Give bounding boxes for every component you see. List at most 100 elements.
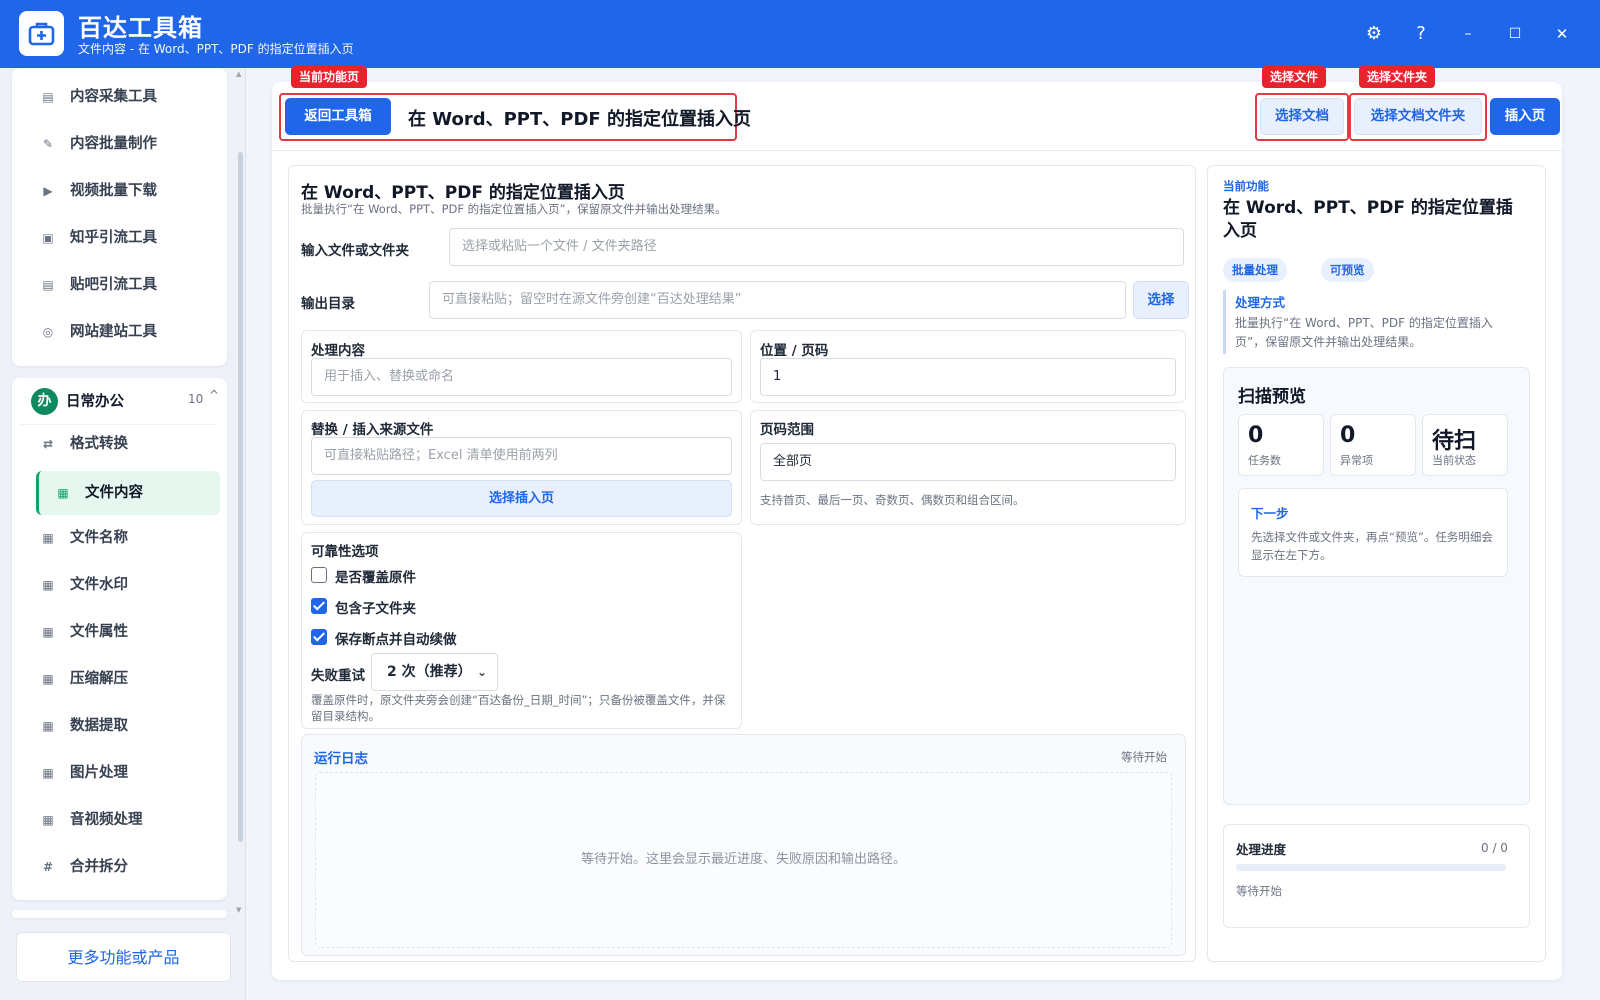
collapse-caret-icon[interactable]: ^ xyxy=(209,388,219,402)
content-input[interactable]: 用于插入、替换或命名 xyxy=(311,358,732,396)
select-folder-tag: 选择文件夹 xyxy=(1359,66,1436,88)
sidebar-item-compress[interactable]: ▦ 压缩解压 xyxy=(24,659,212,699)
progress-count: 0 / 0 xyxy=(1481,841,1508,855)
sidebar-scrollbar[interactable] xyxy=(238,152,243,842)
hash-icon: # xyxy=(42,860,54,874)
select-file-tag: 选择文件 xyxy=(1262,66,1327,88)
input-path-field[interactable]: 选择或粘贴一个文件 / 文件夹路径 xyxy=(449,228,1184,266)
range-hint: 支持首页、最后一页、奇数页、偶数页和组合区间。 xyxy=(760,493,1025,507)
overwrite-label: 是否覆盖原件 xyxy=(335,570,416,586)
sidebar: ▤ 内容采集工具 ✎ 内容批量制作 ▶ 视频批量下载 ▣ 知乎引流工具 ▤ 贴吧引流工具 … xyxy=(0,68,246,1000)
web-icon: ◎ xyxy=(42,325,54,339)
group-title: 日常办公 xyxy=(66,394,124,410)
log-title: 运行日志 xyxy=(314,751,368,767)
help-icon[interactable]: ? xyxy=(1405,18,1437,50)
toolbox-logo-icon xyxy=(19,11,64,56)
sidebar-item-file-attributes[interactable]: ▦ 文件属性 xyxy=(24,612,212,652)
sidebar-item-file-content[interactable]: ▦ 文件内容 xyxy=(36,471,220,515)
output-label: 输出目录 xyxy=(301,296,355,312)
back-to-toolbox-button[interactable]: 返回工具箱 xyxy=(285,98,391,135)
position-input[interactable]: 1 xyxy=(760,358,1176,396)
maximize-icon[interactable]: ☐ xyxy=(1499,18,1531,50)
app-title: 百达工具箱 xyxy=(78,14,203,42)
sidebar-item-batch-create[interactable]: ✎ 内容批量制作 xyxy=(24,124,212,164)
source-input[interactable]: 可直接粘贴路径；Excel 清单使用前两列 xyxy=(311,437,732,475)
form-description: 批量执行“在 Word、PPT、PDF 的指定位置插入页”，保留原文件并输出处理… xyxy=(301,202,727,216)
sidebar-item-tieba[interactable]: ▤ 贴吧引流工具 xyxy=(24,265,212,305)
stat-error-count: 0 异常项 xyxy=(1330,414,1416,476)
scroll-down-icon[interactable]: ▼ xyxy=(236,906,241,914)
output-select-button[interactable]: 选择 xyxy=(1133,281,1189,319)
form-title: 在 Word、PPT、PDF 的指定位置插入页 xyxy=(301,183,625,203)
log-status: 等待开始 xyxy=(1121,750,1167,764)
sidebar-item-video-download[interactable]: ▶ 视频批量下载 xyxy=(24,171,212,211)
select-insert-page-button[interactable]: 选择插入页 xyxy=(311,480,732,517)
input-label: 输入文件或文件夹 xyxy=(301,243,409,259)
batch-pill: 批量处理 xyxy=(1223,258,1287,282)
minimize-icon[interactable]: – xyxy=(1452,18,1484,50)
method-accent-bar xyxy=(1223,290,1226,354)
sidebar-item-audio-video[interactable]: ▦ 音视频处理 xyxy=(24,800,212,840)
resume-checkbox[interactable] xyxy=(311,629,327,645)
sidebar-item-image[interactable]: ▦ 图片处理 xyxy=(24,753,212,793)
current-feature-title: 在 Word、PPT、PDF 的指定位置插入页 xyxy=(1223,198,1513,241)
grid-icon: ▦ xyxy=(42,719,54,733)
sidebar-item-website[interactable]: ◎ 网站建站工具 xyxy=(24,312,212,352)
divider xyxy=(272,150,1562,151)
scroll-up-icon[interactable]: ▲ xyxy=(236,70,241,78)
pencil-icon: ✎ xyxy=(42,137,54,151)
preview-pill: 可预览 xyxy=(1321,258,1374,282)
overwrite-checkbox[interactable] xyxy=(311,567,327,583)
grid-icon: ▦ xyxy=(42,578,54,592)
grid-icon: ▦ xyxy=(42,672,54,686)
method-text: 批量执行“在 Word、PPT、PDF 的指定位置插入页”，保留原文件并输出处理… xyxy=(1235,316,1493,349)
next-step-text: 先选择文件或文件夹，再点“预览”。任务明细会显示在左下方。 xyxy=(1251,530,1493,562)
sidebar-item-format-convert[interactable]: ⇄ 格式转换 xyxy=(24,424,212,464)
swap-icon: ⇄ xyxy=(42,437,54,451)
page-title: 在 Word、PPT、PDF 的指定位置插入页 xyxy=(408,109,751,130)
sidebar-item-file-name[interactable]: ▦ 文件名称 xyxy=(24,518,212,558)
grid-icon: ▦ xyxy=(57,486,69,500)
sidebar-item-data-extract[interactable]: ▦ 数据提取 xyxy=(24,706,212,746)
page-range-select[interactable]: 全部页 xyxy=(760,443,1176,481)
stat-current-status: 待扫 当前状态 xyxy=(1422,414,1508,476)
current-page-tag: 当前功能页 xyxy=(291,66,368,88)
subfolders-label: 包含子文件夹 xyxy=(335,601,416,617)
close-icon[interactable]: ✕ xyxy=(1546,18,1578,50)
select-document-button[interactable]: 选择文档 xyxy=(1260,98,1344,135)
progress-status: 等待开始 xyxy=(1236,884,1282,898)
next-step-title: 下一步 xyxy=(1251,506,1289,521)
select-document-folder-button[interactable]: 选择文档文件夹 xyxy=(1354,98,1482,135)
sidebar-item-content-collection[interactable]: ▤ 内容采集工具 xyxy=(24,77,212,117)
progress-title: 处理进度 xyxy=(1236,842,1287,857)
tieba-icon: ▤ xyxy=(42,278,54,292)
zhihu-icon: ▣ xyxy=(42,231,54,245)
method-title: 处理方式 xyxy=(1235,295,1286,310)
main-panel: 当前功能页 返回工具箱 在 Word、PPT、PDF 的指定位置插入页 选择文件… xyxy=(272,66,1562,980)
retry-label: 失败重试 xyxy=(311,668,365,684)
settings-gear-icon[interactable]: ⚙ xyxy=(1358,18,1390,50)
sidebar-group-header[interactable]: 办 日常办公 10 ^ xyxy=(20,378,220,424)
title-bar: 百达工具箱 文件内容 - 在 Word、PPT、PDF 的指定位置插入页 ⚙ ?… xyxy=(0,0,1600,68)
reliability-label: 可靠性选项 xyxy=(311,544,379,560)
retry-select[interactable]: 2 次（推荐） ⌄ xyxy=(371,653,498,691)
content-label: 处理内容 xyxy=(311,343,365,359)
output-dir-field[interactable]: 可直接粘贴；留空时在源文件旁创建“百达处理结果” xyxy=(429,281,1126,319)
sidebar-item-zhihu[interactable]: ▣ 知乎引流工具 xyxy=(24,218,212,258)
grid-icon: ▦ xyxy=(42,531,54,545)
office-badge-icon: 办 xyxy=(31,388,58,415)
group-count: 10 xyxy=(188,392,204,406)
app-subtitle: 文件内容 - 在 Word、PPT、PDF 的指定位置插入页 xyxy=(78,42,354,56)
range-label: 页码范围 xyxy=(760,422,814,438)
source-label: 替换 / 插入来源文件 xyxy=(311,422,434,438)
insert-page-button[interactable]: 插入页 xyxy=(1490,98,1560,135)
current-feature-label: 当前功能 xyxy=(1223,179,1269,193)
grid-icon: ▦ xyxy=(42,766,54,780)
sidebar-item-file-watermark[interactable]: ▦ 文件水印 xyxy=(24,565,212,605)
subfolders-checkbox[interactable] xyxy=(311,598,327,614)
grid-icon: ▦ xyxy=(42,813,54,827)
grid-icon: ▦ xyxy=(42,625,54,639)
chevron-down-icon: ⌄ xyxy=(476,665,487,679)
more-products-button[interactable]: 更多功能或产品 xyxy=(16,932,231,982)
sidebar-item-merge-split[interactable]: # 合并拆分 xyxy=(24,847,212,887)
